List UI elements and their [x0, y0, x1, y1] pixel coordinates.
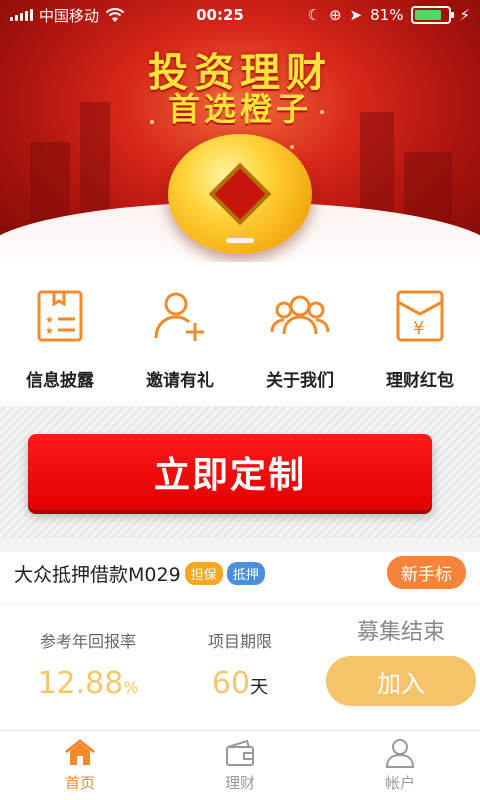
- newbie-badge: 新手标: [387, 556, 466, 589]
- join-button[interactable]: 加入: [326, 656, 476, 706]
- battery-icon: [411, 6, 455, 24]
- charging-icon: ⚡: [459, 6, 470, 24]
- term-metric: 项目期限 60天: [180, 628, 300, 701]
- gold-coin-icon: [168, 134, 312, 254]
- rate-value: 12.88: [37, 666, 124, 701]
- signal-icon: [10, 9, 33, 21]
- wallet-icon: [226, 739, 254, 766]
- menu-item-red-envelope[interactable]: ¥ 理财红包: [360, 262, 480, 404]
- product-card[interactable]: 大众抵押借款M029 担保 抵押 新手标 参考年回报率 12.88% 项目期限 …: [0, 552, 480, 730]
- wifi-icon: [105, 8, 125, 22]
- section-divider: [0, 538, 480, 552]
- battery-percent: 81%: [370, 6, 404, 24]
- menu-item-invite[interactable]: 邀请有礼: [120, 262, 240, 404]
- promo-banner: 立即定制: [0, 406, 480, 538]
- menu-item-label: 信息披露: [26, 371, 94, 391]
- tab-label: 帐户: [384, 774, 415, 792]
- mortgage-tag: 抵押: [226, 562, 265, 585]
- add-user-icon: [154, 292, 204, 341]
- banner-subtitle: 首选橙子: [167, 90, 312, 128]
- tab-bar: 首页 理财 帐户: [0, 730, 480, 800]
- coin-glint: [226, 238, 254, 243]
- menu-item-disclosure[interactable]: ★ ★ 信息披露: [0, 262, 120, 404]
- home-icon: [65, 739, 95, 765]
- status-bar: 中国移动 00:25 ☾ ⊕ ➤ 81% ⚡: [0, 0, 480, 30]
- fundraising-status: 募集结束: [356, 620, 445, 645]
- moon-icon: ☾: [307, 6, 321, 24]
- clock: 00:25: [196, 6, 244, 24]
- location-icon: ➤: [349, 6, 363, 24]
- carrier-label: 中国移动: [39, 6, 100, 25]
- svg-text:¥: ¥: [413, 318, 424, 339]
- rate-value-wrap: 12.88%: [18, 666, 158, 701]
- coin-hole: [208, 162, 272, 226]
- tab-label: 首页: [64, 774, 95, 792]
- term-value-wrap: 60天: [180, 666, 300, 701]
- product-name: 大众抵押借款M029: [14, 564, 181, 586]
- quick-menu: ★ ★ 信息披露 邀请有礼 关于我们 ¥ 理财红包: [0, 262, 480, 404]
- product-header: 大众抵押借款M029 担保 抵押 新手标: [14, 556, 466, 589]
- tab-account[interactable]: 帐户: [320, 731, 480, 800]
- rate-metric: 参考年回报率 12.88%: [18, 628, 158, 701]
- guarantee-tag: 担保: [184, 562, 223, 585]
- tab-finance[interactable]: 理财: [160, 731, 320, 800]
- tab-label: 理财: [224, 774, 255, 792]
- rotation-lock-icon: ⊕: [328, 6, 342, 24]
- red-envelope-icon: ¥: [396, 290, 444, 342]
- menu-item-label: 理财红包: [386, 371, 454, 391]
- menu-item-about[interactable]: 关于我们: [240, 262, 360, 404]
- banner[interactable]: 投资理财 首选橙子: [0, 0, 480, 262]
- document-icon: ★ ★: [37, 290, 83, 342]
- svg-text:★: ★: [45, 315, 54, 326]
- rate-label: 参考年回报率: [39, 632, 136, 651]
- sparkle: [290, 145, 294, 149]
- card-divider: [0, 604, 480, 605]
- menu-item-label: 邀请有礼: [146, 371, 214, 391]
- svg-text:★: ★: [45, 326, 54, 337]
- menu-item-label: 关于我们: [266, 371, 334, 391]
- term-unit: 天: [250, 677, 269, 698]
- group-icon: [270, 295, 330, 335]
- tab-home[interactable]: 首页: [0, 731, 160, 800]
- term-label: 项目期限: [207, 632, 272, 651]
- battery-level: [415, 10, 442, 20]
- customize-now-button[interactable]: 立即定制: [28, 434, 432, 510]
- user-icon: [385, 739, 415, 768]
- rate-unit: %: [123, 678, 139, 697]
- term-value: 60: [211, 666, 251, 701]
